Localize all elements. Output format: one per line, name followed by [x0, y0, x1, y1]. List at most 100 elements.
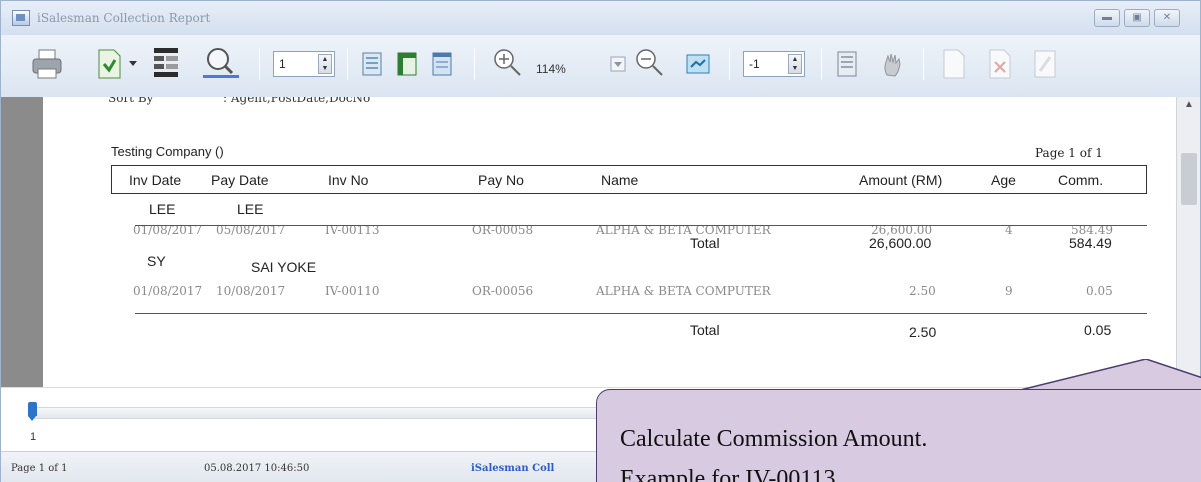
total-amount: 2.50 — [909, 324, 937, 340]
print-icon — [32, 49, 62, 79]
col-comm: Comm. — [1058, 172, 1104, 188]
export-icon — [98, 49, 121, 79]
vertical-scrollbar[interactable]: ▲ — [1176, 97, 1200, 387]
company-name: Testing Company () — [111, 144, 224, 159]
maximize-icon: ▣ — [1132, 12, 1142, 23]
page-number-stepper[interactable]: 1 ▲ ▼ — [273, 51, 335, 77]
report-tree-button[interactable] — [149, 44, 183, 84]
total-label: Total — [690, 322, 720, 338]
total-amount: 26,600.00 — [869, 235, 932, 251]
row-name: ALPHA & BETA COMPUTER — [596, 284, 771, 298]
toolbar-separator — [474, 48, 475, 80]
agent-name: LEE — [237, 201, 264, 217]
col-pay-date: Pay Date — [211, 172, 269, 188]
page-gutter — [1, 97, 43, 387]
scroll-thumb[interactable] — [1181, 153, 1197, 205]
edit-doc-button[interactable] — [1027, 44, 1063, 84]
agent-code: LEE — [149, 201, 176, 217]
agent-code: SY — [147, 253, 166, 269]
toolbar-separator — [347, 48, 348, 80]
export-dropdown[interactable] — [127, 44, 139, 84]
hand-tool-icon — [884, 53, 901, 77]
continuous-page-icon — [397, 52, 417, 76]
maximize-button[interactable]: ▣ — [1124, 9, 1150, 27]
fit-width-button[interactable] — [683, 44, 713, 84]
close-doc-button[interactable] — [981, 44, 1017, 84]
thumbnails-icon — [837, 51, 857, 77]
status-timestamp: 05.08.2017 10:46:50 — [204, 463, 310, 474]
total-comm: 0.05 — [1084, 322, 1112, 338]
multi-page-icon — [432, 52, 452, 76]
col-name: Name — [601, 172, 639, 188]
page-number-value: 1 — [279, 57, 286, 71]
callout-line-2: Example for IV-00113 — [620, 466, 836, 482]
hand-tool-button[interactable] — [879, 44, 907, 84]
callout-pointer — [1016, 359, 1201, 392]
callout-line-1: Calculate Commission Amount. — [620, 426, 928, 452]
print-button[interactable] — [29, 44, 65, 84]
total-comm: 584.49 — [1069, 235, 1112, 251]
toolbar: 1 ▲ ▼ 114% -1 ▲ ▼ — [1, 35, 1200, 97]
col-inv-no: Inv No — [328, 172, 369, 188]
page-marker-icon[interactable] — [28, 402, 37, 421]
group-2-rule — [135, 313, 1147, 314]
status-page: Page 1 of 1 — [11, 463, 68, 474]
single-page-button[interactable] — [359, 44, 385, 84]
row-inv-no: IV-00110 — [325, 284, 380, 298]
col-pay-no: Pay No — [478, 172, 524, 188]
multi-page-button[interactable] — [429, 44, 455, 84]
sort-label: Sort By — [108, 97, 154, 105]
zoom-dropdown-icon — [610, 56, 626, 72]
row-pay-no: OR-00056 — [472, 284, 534, 298]
step-stepper[interactable]: -1 ▲ ▼ — [743, 51, 805, 77]
find-button[interactable] — [201, 44, 241, 84]
group-1-rule — [135, 225, 1147, 226]
annotation-callout: Calculate Commission Amount. Example for… — [596, 359, 1201, 482]
window-title: iSalesman Collection Report — [37, 11, 211, 25]
toolbar-separator — [923, 48, 924, 80]
status-report-name: iSalesman Coll — [471, 463, 555, 474]
report-page[interactable]: Sort By : Agent,PostDate,DocNo Testing C… — [43, 97, 1176, 387]
row-age: 9 — [1005, 284, 1013, 298]
page-info: Page 1 of 1 — [1035, 146, 1103, 160]
app-icon — [12, 10, 30, 26]
callout-text: Calculate Commission Amount. Example for… — [620, 419, 927, 482]
continuous-page-button[interactable] — [394, 44, 420, 84]
page-marker-number: 1 — [30, 431, 37, 443]
export-button[interactable] — [93, 44, 125, 84]
dropdown-arrow-icon — [129, 61, 137, 66]
col-inv-date: Inv Date — [129, 172, 182, 188]
single-page-icon — [362, 52, 382, 76]
col-age: Age — [991, 172, 1016, 188]
minimize-button[interactable]: ▬ — [1094, 9, 1120, 27]
report-tree-icon — [154, 48, 178, 77]
zoom-in-button[interactable] — [489, 44, 525, 84]
zoom-dropdown-button[interactable] — [609, 44, 627, 84]
row-comm: 0.05 — [1086, 284, 1113, 298]
new-doc-button[interactable] — [935, 44, 971, 84]
edit-doc-icon — [1034, 50, 1056, 78]
zoom-out-button[interactable] — [629, 44, 665, 84]
thumbnails-button[interactable] — [833, 44, 861, 84]
close-icon: ✕ — [1162, 12, 1172, 23]
stepper-arrows-icon[interactable]: ▲ ▼ — [788, 54, 802, 74]
close-doc-icon — [989, 49, 1011, 79]
close-button[interactable]: ✕ — [1154, 9, 1180, 27]
row-pay-date: 10/08/2017 — [216, 284, 286, 298]
row-amount: 2.50 — [909, 284, 936, 298]
minimize-icon: ▬ — [1102, 12, 1112, 23]
toolbar-separator — [821, 48, 822, 80]
sort-value: : Agent,PostDate,DocNo — [223, 97, 371, 105]
zoom-in-icon — [494, 49, 521, 76]
zoom-out-icon — [636, 49, 663, 76]
total-label: Total — [690, 235, 720, 251]
zoom-level: 114% — [536, 62, 566, 76]
agent-name: SAI YOKE — [251, 259, 317, 275]
title-bar: iSalesman Collection Report ▬ ▣ ✕ — [1, 1, 1200, 35]
col-amount: Amount (RM) — [859, 172, 943, 188]
find-icon — [203, 48, 239, 78]
toolbar-separator — [729, 48, 730, 80]
scroll-up-icon[interactable]: ▲ — [1184, 99, 1194, 110]
stepper-arrows-icon[interactable]: ▲ ▼ — [318, 54, 332, 74]
toolbar-separator — [259, 48, 260, 80]
